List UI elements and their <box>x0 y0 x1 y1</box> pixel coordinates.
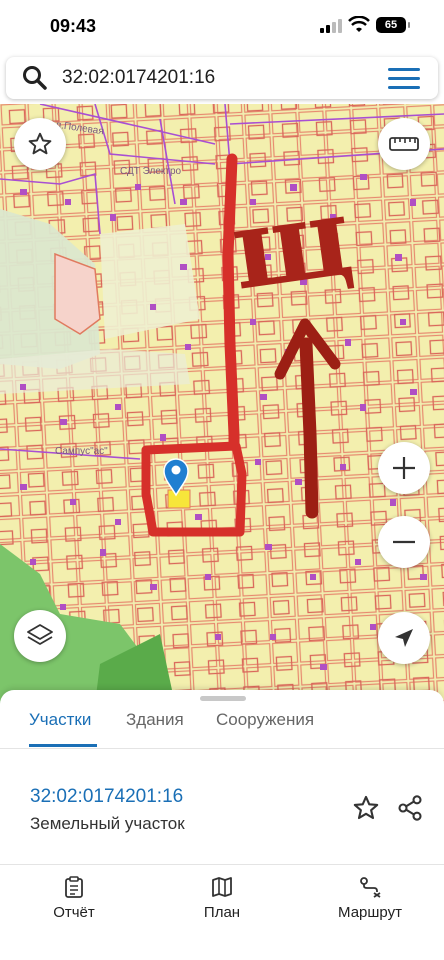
layers-icon <box>27 624 53 645</box>
battery-icon: 65 <box>376 17 410 33</box>
sheet-drag-handle[interactable] <box>200 696 246 701</box>
bottom-sheet[interactable]: Участки Здания Сооружения 32:02:0174201:… <box>0 690 444 960</box>
divider <box>0 864 444 865</box>
nav-route[interactable]: Маршрут <box>330 876 410 921</box>
favorite-button[interactable] <box>14 118 66 170</box>
handwritten-letter: щ <box>224 170 360 314</box>
status-bar: 09:43 65 <box>0 0 444 52</box>
nav-report-label: Отчёт <box>53 904 95 921</box>
nav-route-label: Маршрут <box>338 904 402 921</box>
map-canvas[interactable]: Кол.Полевая СДТ Электро С‍ампус"ас" щ <box>0 104 444 704</box>
tab-structures[interactable]: Сооружения <box>216 710 314 730</box>
cadastral-map[interactable]: Кол.Полевая СДТ Электро С‍ампус"ас" щ <box>0 104 444 704</box>
divider <box>0 748 444 749</box>
zoom-in-button[interactable] <box>378 442 430 494</box>
map-icon <box>212 877 232 897</box>
map-label-sdt: СДТ Электро <box>120 166 182 177</box>
battery-level: 65 <box>384 19 398 31</box>
search-input[interactable] <box>62 64 362 92</box>
map-label-campus: С‍ампус"ас" <box>55 446 108 457</box>
result-type: Земельный участок <box>30 814 185 833</box>
plus-icon <box>393 457 415 479</box>
ruler-icon <box>389 137 419 151</box>
nav-plan[interactable]: План <box>192 876 252 921</box>
search-icon[interactable] <box>22 65 48 91</box>
selected-parcel <box>167 489 191 509</box>
zoom-out-button[interactable] <box>378 516 430 568</box>
search-bar[interactable] <box>6 57 438 99</box>
active-tab-indicator <box>29 744 97 747</box>
favorite-star-icon[interactable] <box>352 794 380 822</box>
share-icon[interactable] <box>396 794 424 822</box>
my-location-button[interactable] <box>378 612 430 664</box>
route-icon <box>360 877 381 898</box>
report-icon <box>65 876 83 898</box>
nav-report[interactable]: Отчёт <box>44 876 104 921</box>
status-time: 09:43 <box>50 16 97 36</box>
nav-plan-label: План <box>203 904 241 921</box>
minus-icon <box>393 540 415 544</box>
hamburger-menu-icon[interactable] <box>388 68 420 90</box>
navigation-arrow-icon <box>395 629 413 647</box>
tab-buildings[interactable]: Здания <box>126 710 184 730</box>
ruler-button[interactable] <box>378 118 430 170</box>
tab-parcels[interactable]: Участки <box>29 710 91 730</box>
layers-button[interactable] <box>14 610 66 662</box>
result-cadastral-number[interactable]: 32:02:0174201:16 <box>30 786 183 808</box>
wifi-icon <box>348 16 370 32</box>
star-icon <box>28 132 52 155</box>
signal-icon <box>320 19 342 33</box>
field-area <box>100 224 200 339</box>
